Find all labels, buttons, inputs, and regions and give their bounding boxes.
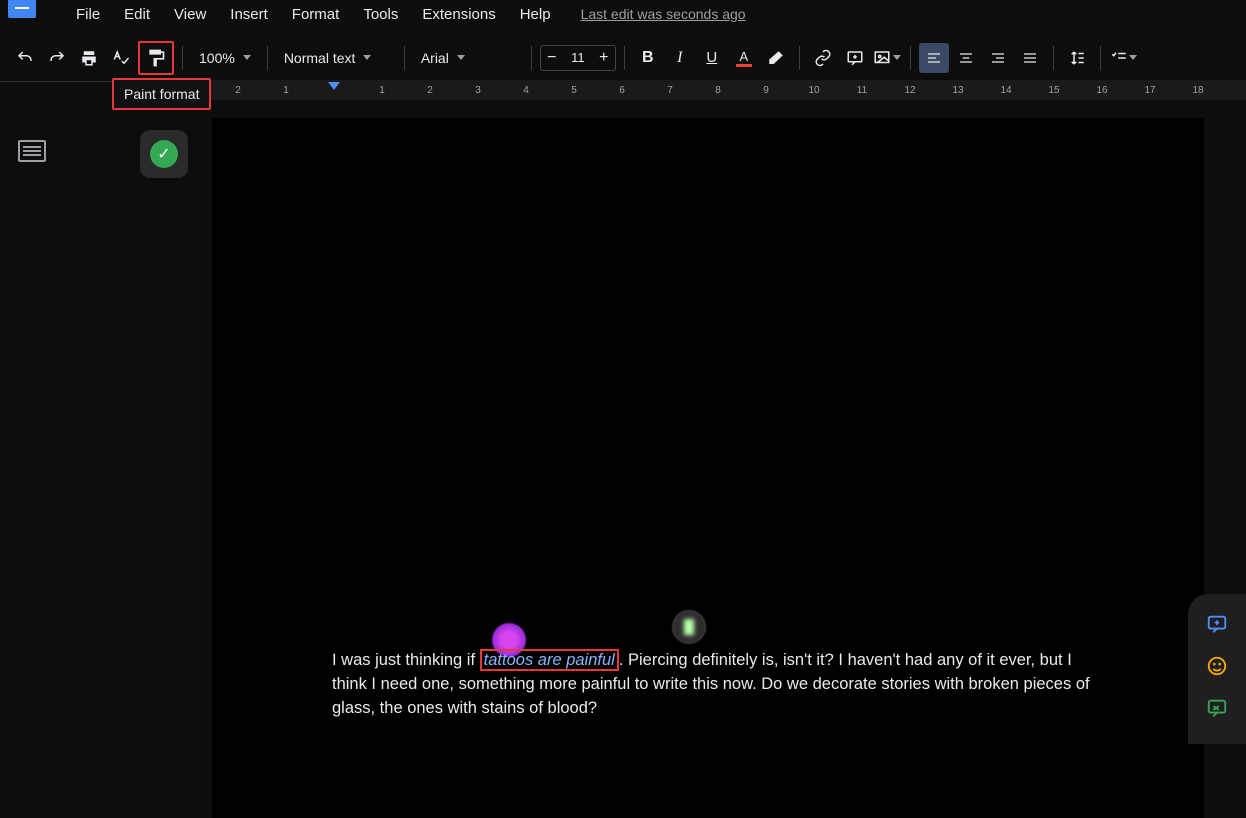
paint-format-button[interactable] xyxy=(138,41,174,75)
add-comment-button[interactable] xyxy=(840,43,870,73)
document-outline-button[interactable] xyxy=(18,140,46,162)
menu-format[interactable]: Format xyxy=(282,2,350,27)
text-color-button[interactable]: A xyxy=(729,43,759,73)
menu-view[interactable]: View xyxy=(164,2,216,27)
undo-button[interactable] xyxy=(10,43,40,73)
italic-button[interactable]: I xyxy=(665,43,695,73)
spellcheck-button[interactable] xyxy=(106,43,136,73)
emoji-reaction-button[interactable] xyxy=(1205,654,1229,678)
checklist-button[interactable] xyxy=(1109,43,1139,73)
document-area: ✓ I was just thinking if tattoos are pai… xyxy=(64,100,1246,744)
docs-logo[interactable] xyxy=(8,0,36,18)
print-button[interactable] xyxy=(74,43,104,73)
font-value: Arial xyxy=(421,50,449,66)
side-actions-rail xyxy=(1188,594,1246,744)
line-spacing-button[interactable] xyxy=(1062,43,1092,73)
menu-edit[interactable]: Edit xyxy=(114,2,160,27)
checkmark-icon: ✓ xyxy=(150,140,178,168)
zoom-value: 100% xyxy=(199,50,235,66)
font-size-value[interactable]: 11 xyxy=(563,50,593,65)
menu-file[interactable]: File xyxy=(66,2,110,27)
menu-help[interactable]: Help xyxy=(510,2,561,27)
insert-link-button[interactable] xyxy=(808,43,838,73)
add-comment-side-button[interactable] xyxy=(1205,612,1229,636)
indent-marker-icon[interactable] xyxy=(328,82,340,90)
document-page[interactable]: I was just thinking if tattoos are painf… xyxy=(212,118,1204,818)
zoom-select[interactable]: 100% xyxy=(191,43,259,73)
highlighted-phrase[interactable]: tattoos are painful xyxy=(480,649,619,671)
toolbar: 100% Normal text Arial − 11 + B I U A xyxy=(0,34,1246,82)
document-body-text[interactable]: I was just thinking if tattoos are painf… xyxy=(332,648,1092,720)
align-right-button[interactable] xyxy=(983,43,1013,73)
bold-button[interactable]: B xyxy=(633,43,663,73)
menu-tools[interactable]: Tools xyxy=(353,2,408,27)
align-justify-button[interactable] xyxy=(1015,43,1045,73)
last-edit-link[interactable]: Last edit was seconds ago xyxy=(581,6,746,22)
font-size-decrease[interactable]: − xyxy=(541,46,563,70)
font-size-increase[interactable]: + xyxy=(593,46,615,70)
align-left-button[interactable] xyxy=(919,43,949,73)
redo-button[interactable] xyxy=(42,43,72,73)
highlight-color-button[interactable] xyxy=(761,43,791,73)
suggest-edits-button[interactable] xyxy=(1205,696,1229,720)
underline-button[interactable]: U xyxy=(697,43,727,73)
align-center-button[interactable] xyxy=(951,43,981,73)
font-size-stepper: − 11 + xyxy=(540,45,616,71)
menu-extensions[interactable]: Extensions xyxy=(412,2,505,27)
grammar-check-badge[interactable]: ✓ xyxy=(140,130,188,178)
insert-image-button[interactable] xyxy=(872,43,902,73)
font-select[interactable]: Arial xyxy=(413,43,523,73)
menu-bar: File Edit View Insert Format Tools Exten… xyxy=(66,2,561,27)
paint-format-tooltip: Paint format xyxy=(112,78,211,110)
text-segment: I was just thinking if xyxy=(332,651,480,669)
menu-insert[interactable]: Insert xyxy=(220,2,278,27)
paragraph-style-value: Normal text xyxy=(284,50,356,66)
horizontal-ruler[interactable]: 21123456789101112131415161718 xyxy=(210,80,1246,100)
paragraph-style-select[interactable]: Normal text xyxy=(276,43,396,73)
collaborator-avatar-2[interactable] xyxy=(672,610,706,644)
